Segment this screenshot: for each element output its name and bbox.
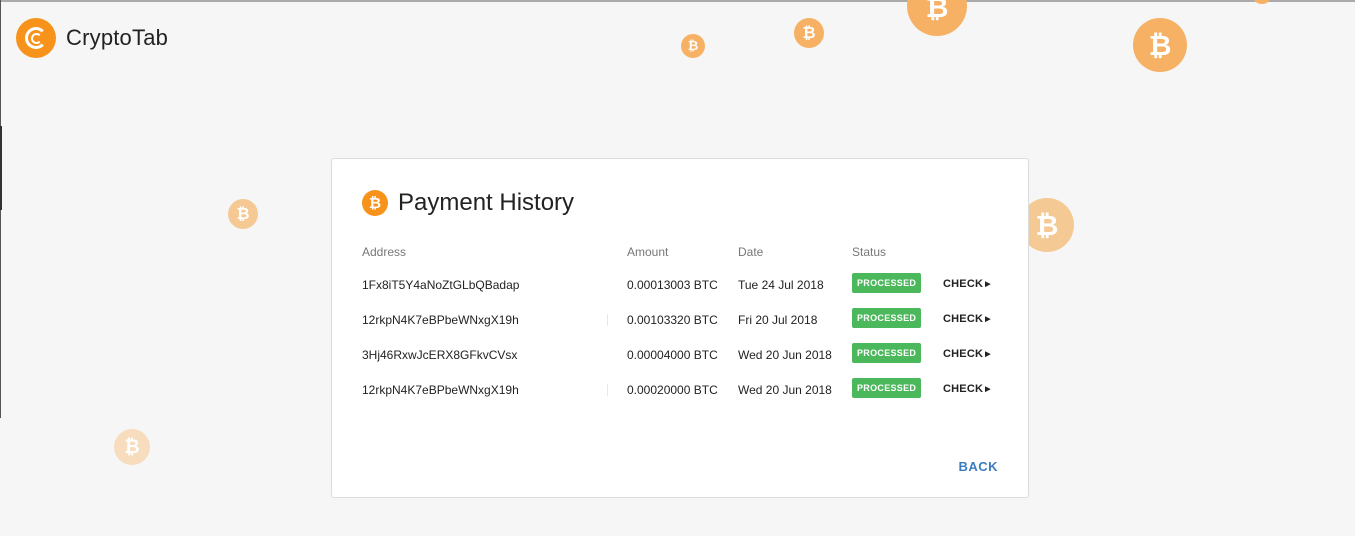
- check-label: CHECK: [943, 383, 984, 395]
- table-row: 1Fx8iT5Y4aNoZtGLbQBadap 0.00013003 BTC T…: [332, 273, 1030, 297]
- back-button[interactable]: BACK: [958, 459, 998, 474]
- caret-right-icon: ▶: [985, 281, 991, 288]
- card-header: ₿ Payment History: [362, 189, 574, 217]
- bitcoin-icon: [1252, 0, 1272, 4]
- cryptotab-logo[interactable]: CryptoTab: [16, 18, 168, 58]
- check-label: CHECK: [943, 313, 984, 325]
- window-left-border-dark: [0, 126, 2, 210]
- payment-amount: 0.00004000 BTC: [627, 348, 718, 362]
- payment-address: 3Hj46RxwJcERX8GFkvCVsx: [362, 348, 518, 362]
- column-divider: [607, 314, 608, 326]
- check-label: CHECK: [943, 348, 984, 360]
- payment-amount: 0.00020000 BTC: [627, 383, 718, 397]
- bitcoin-icon: ₿: [907, 0, 967, 36]
- status-badge: PROCESSED: [852, 343, 922, 363]
- payment-amount: 0.00103320 BTC: [627, 313, 718, 327]
- caret-right-icon: ▶: [985, 351, 991, 358]
- app-name: CryptoTab: [66, 25, 169, 50]
- column-header-status: Status: [852, 245, 887, 259]
- status-badge: PROCESSED: [852, 273, 922, 293]
- window-top-border: [0, 0, 1355, 2]
- bitcoin-icon: ₿: [794, 18, 824, 48]
- bitcoin-icon: ₿: [362, 190, 388, 216]
- status-badge: PROCESSED: [852, 378, 922, 398]
- column-header-amount: Amount: [627, 245, 669, 259]
- caret-right-icon: ▶: [985, 316, 991, 323]
- payment-history-card: ₿ Payment History Address Amount Date St…: [331, 158, 1029, 498]
- payment-amount: 0.00013003 BTC: [627, 278, 718, 292]
- status-badge: PROCESSED: [852, 308, 922, 328]
- bitcoin-icon: ₿: [228, 199, 258, 229]
- table-row: 12rkpN4K7eBPbeWNxgX19h 0.00103320 BTC Fr…: [332, 308, 1030, 332]
- caret-right-icon: ▶: [985, 386, 991, 393]
- column-header-address: Address: [362, 245, 407, 259]
- bitcoin-icon: ₿: [114, 429, 150, 465]
- column-header-date: Date: [738, 245, 764, 259]
- payment-address: 12rkpN4K7eBPbeWNxgX19h: [362, 313, 519, 327]
- page-title: Payment History: [398, 189, 575, 216]
- table-row: 3Hj46RxwJcERX8GFkvCVsx 0.00004000 BTC We…: [332, 343, 1030, 367]
- bitcoin-icon: ₿: [1133, 18, 1187, 72]
- column-divider: [607, 384, 608, 396]
- check-button[interactable]: CHECK ▶: [943, 278, 991, 290]
- check-button[interactable]: CHECK ▶: [943, 348, 991, 360]
- payment-date: Tue 24 Jul 2018: [738, 278, 824, 292]
- table-row: 12rkpN4K7eBPbeWNxgX19h 0.00020000 BTC We…: [332, 378, 1030, 402]
- payment-address: 12rkpN4K7eBPbeWNxgX19h: [362, 383, 519, 397]
- check-button[interactable]: CHECK ▶: [943, 313, 991, 325]
- payment-address: 1Fx8iT5Y4aNoZtGLbQBadap: [362, 278, 520, 292]
- check-label: CHECK: [943, 278, 984, 290]
- page: CryptoTab ₿ ₿ ₿ ₿ ₿ ₿ ₿ ₿ Payment Histor…: [0, 0, 1355, 536]
- cryptotab-logo-icon: [16, 18, 56, 58]
- payment-date: Wed 20 Jun 2018: [738, 348, 832, 362]
- payment-date: Fri 20 Jul 2018: [738, 313, 818, 327]
- bitcoin-icon: ₿: [681, 34, 705, 58]
- check-button[interactable]: CHECK ▶: [943, 383, 991, 395]
- payment-date: Wed 20 Jun 2018: [738, 383, 832, 397]
